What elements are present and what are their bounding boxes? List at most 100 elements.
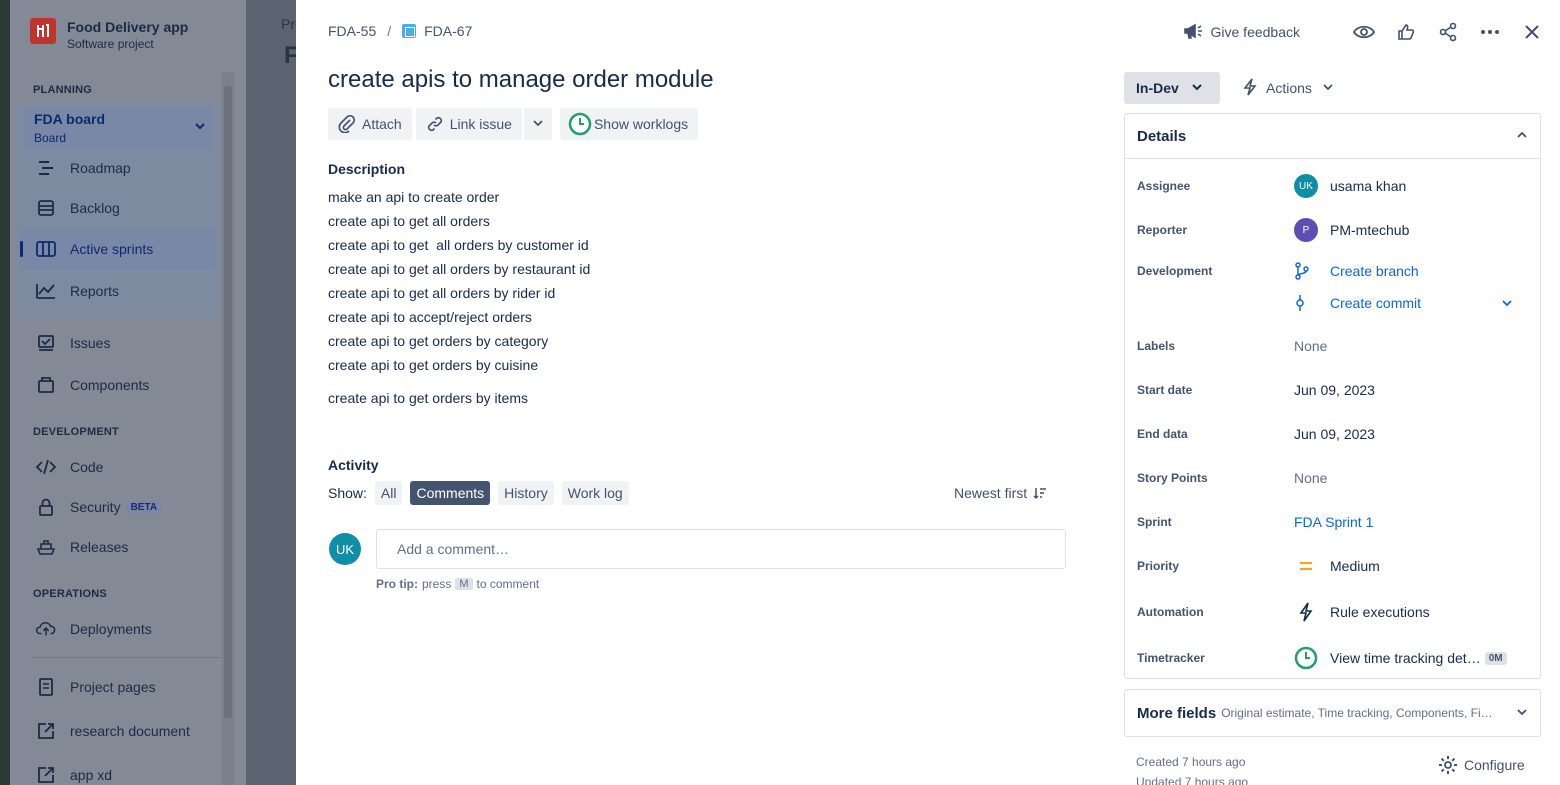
field-label: Sprint [1137, 515, 1172, 529]
configure-button[interactable]: Configure [1438, 755, 1525, 775]
status-dropdown[interactable]: In-Dev [1124, 72, 1220, 104]
external-link-icon [36, 765, 56, 785]
eye-icon[interactable] [1352, 20, 1376, 44]
pro-tip-press: press [422, 577, 452, 591]
sidebar-item-releases[interactable]: Releases [36, 537, 128, 557]
show-worklogs-label: Show worklogs [593, 116, 689, 132]
sidebar-item-issues[interactable]: Issues [36, 333, 110, 353]
description-line: create api to get orders by cuisine [328, 357, 539, 373]
sidebar-item-components[interactable]: Components [36, 375, 149, 395]
story-points-value[interactable]: None [1294, 470, 1327, 486]
time-badge: 0M [1484, 651, 1507, 665]
status-label: In-Dev [1136, 80, 1179, 96]
reporter-name: PM-mtechub [1330, 222, 1410, 238]
clock-icon [1294, 646, 1318, 670]
give-feedback-button[interactable]: Give feedback [1183, 22, 1300, 43]
comment-input[interactable] [376, 529, 1066, 569]
sidebar-item-deployments[interactable]: Deployments [36, 619, 152, 639]
reporter-value[interactable]: P PM-mtechub [1294, 218, 1409, 242]
configure-label: Configure [1464, 757, 1525, 773]
breadcrumb: FDA-55 / FDA-67 [328, 23, 472, 39]
link-issue-dropdown[interactable] [523, 108, 552, 140]
chevron-down-icon[interactable] [194, 120, 206, 135]
create-commit-link[interactable]: Create commit [1294, 294, 1421, 312]
more-icon[interactable] [1478, 20, 1502, 44]
description-line: make an api to create order [328, 189, 500, 205]
link-issue-button[interactable]: Link issue [415, 108, 522, 140]
assignee-value[interactable]: UK usama khan [1294, 174, 1406, 198]
gear-icon [1438, 755, 1458, 775]
sidebar-item-backlog[interactable]: Backlog [36, 198, 120, 218]
create-branch-label: Create branch [1330, 263, 1419, 279]
pro-tip-rest: to comment [476, 577, 540, 591]
chevron-down-icon [532, 116, 544, 132]
close-icon[interactable] [1520, 20, 1544, 44]
description-line: create api to get all orders by restaura… [328, 261, 591, 277]
board-name[interactable]: FDA board [34, 111, 105, 127]
thumbs-up-icon[interactable] [1394, 20, 1418, 44]
priority-value[interactable]: Medium [1294, 558, 1380, 574]
sidebar-item-label: Components [70, 377, 150, 393]
sidebar-item-app-xd[interactable]: app xd [36, 765, 112, 785]
chevron-down-icon[interactable] [1501, 297, 1513, 309]
labels-value[interactable]: None [1294, 338, 1327, 354]
sidebar-item-code[interactable]: Code [36, 457, 103, 477]
filter-all[interactable]: All [374, 481, 403, 505]
chevron-down-icon [1322, 80, 1334, 96]
filter-history[interactable]: History [498, 481, 554, 505]
sidebar-item-label: Backlog [70, 200, 120, 216]
description-body[interactable]: make an api to create order create api t… [328, 185, 590, 377]
details-header[interactable]: Details [1125, 114, 1540, 159]
timetracker-value[interactable]: View time tracking det… 0M [1294, 646, 1507, 670]
lightning-icon [1242, 78, 1258, 99]
top-actions: Give feedback [1183, 20, 1545, 44]
board-sub: Board [34, 131, 67, 145]
breadcrumb-parent[interactable]: FDA-55 [328, 23, 376, 39]
rule-executions-link[interactable]: Rule executions [1294, 602, 1430, 622]
filter-comments[interactable]: Comments [410, 481, 491, 505]
project-sidebar: Food Delivery app Software project PLANN… [10, 0, 246, 785]
details-heading: Details [1137, 127, 1187, 145]
attach-button[interactable]: Attach [328, 108, 412, 140]
description-heading: Description [328, 161, 406, 177]
issue-title[interactable]: create apis to manage order module [328, 66, 714, 94]
sidebar-item-security[interactable]: Security BETA [36, 497, 162, 517]
avatar: UK [1294, 174, 1318, 198]
background-strip [0, 0, 10, 785]
field-development-commit: Create commit [1137, 294, 1513, 312]
show-worklogs-button[interactable]: Show worklogs [559, 108, 699, 140]
actions-button[interactable]: Actions [1242, 72, 1334, 104]
create-branch-link[interactable]: Create branch [1294, 262, 1419, 280]
more-fields-panel[interactable]: More fields Original estimate, Time trac… [1124, 689, 1541, 737]
description-line: create api to get orders by category [328, 333, 549, 349]
planning-heading: PLANNING [33, 84, 93, 96]
avatar: UK [329, 533, 361, 565]
sort-button[interactable]: Newest first [954, 485, 1047, 501]
breadcrumb-current[interactable]: FDA-67 [424, 23, 472, 39]
field-label: Development [1137, 264, 1213, 278]
sidebar-item-active-sprints[interactable]: Active sprints [36, 239, 153, 259]
share-icon[interactable] [1436, 20, 1460, 44]
sidebar-item-roadmap[interactable]: Roadmap [36, 158, 131, 178]
sidebar-item-reports[interactable]: Reports [36, 281, 119, 301]
sidebar-item-label: Deployments [70, 621, 152, 637]
operations-heading: OPERATIONS [33, 588, 107, 600]
sidebar-item-research-document[interactable]: research document [36, 721, 190, 741]
clock-icon [568, 112, 592, 136]
sidebar-item-label: Project pages [70, 679, 156, 695]
project-header[interactable]: Food Delivery app Software project [30, 18, 188, 52]
field-label: Story Points [1137, 471, 1208, 485]
roadmap-icon [36, 158, 56, 178]
rule-executions-label: Rule executions [1330, 604, 1430, 620]
sprint-value[interactable]: FDA Sprint 1 [1294, 514, 1373, 530]
end-date-value[interactable]: Jun 09, 2023 [1294, 426, 1375, 442]
sidebar-scrollbar-thumb[interactable] [224, 86, 232, 718]
filter-work-log[interactable]: Work log [561, 481, 629, 505]
description-line: create api to get all orders by customer… [328, 237, 589, 253]
backlog-icon [36, 198, 56, 218]
field-timetracker: Timetracker View time tracking det… 0M [1137, 646, 1507, 670]
background-board [246, 0, 296, 785]
start-date-value[interactable]: Jun 09, 2023 [1294, 382, 1375, 398]
sidebar-item-project-pages[interactable]: Project pages [36, 677, 156, 697]
activity-heading: Activity [328, 457, 379, 473]
